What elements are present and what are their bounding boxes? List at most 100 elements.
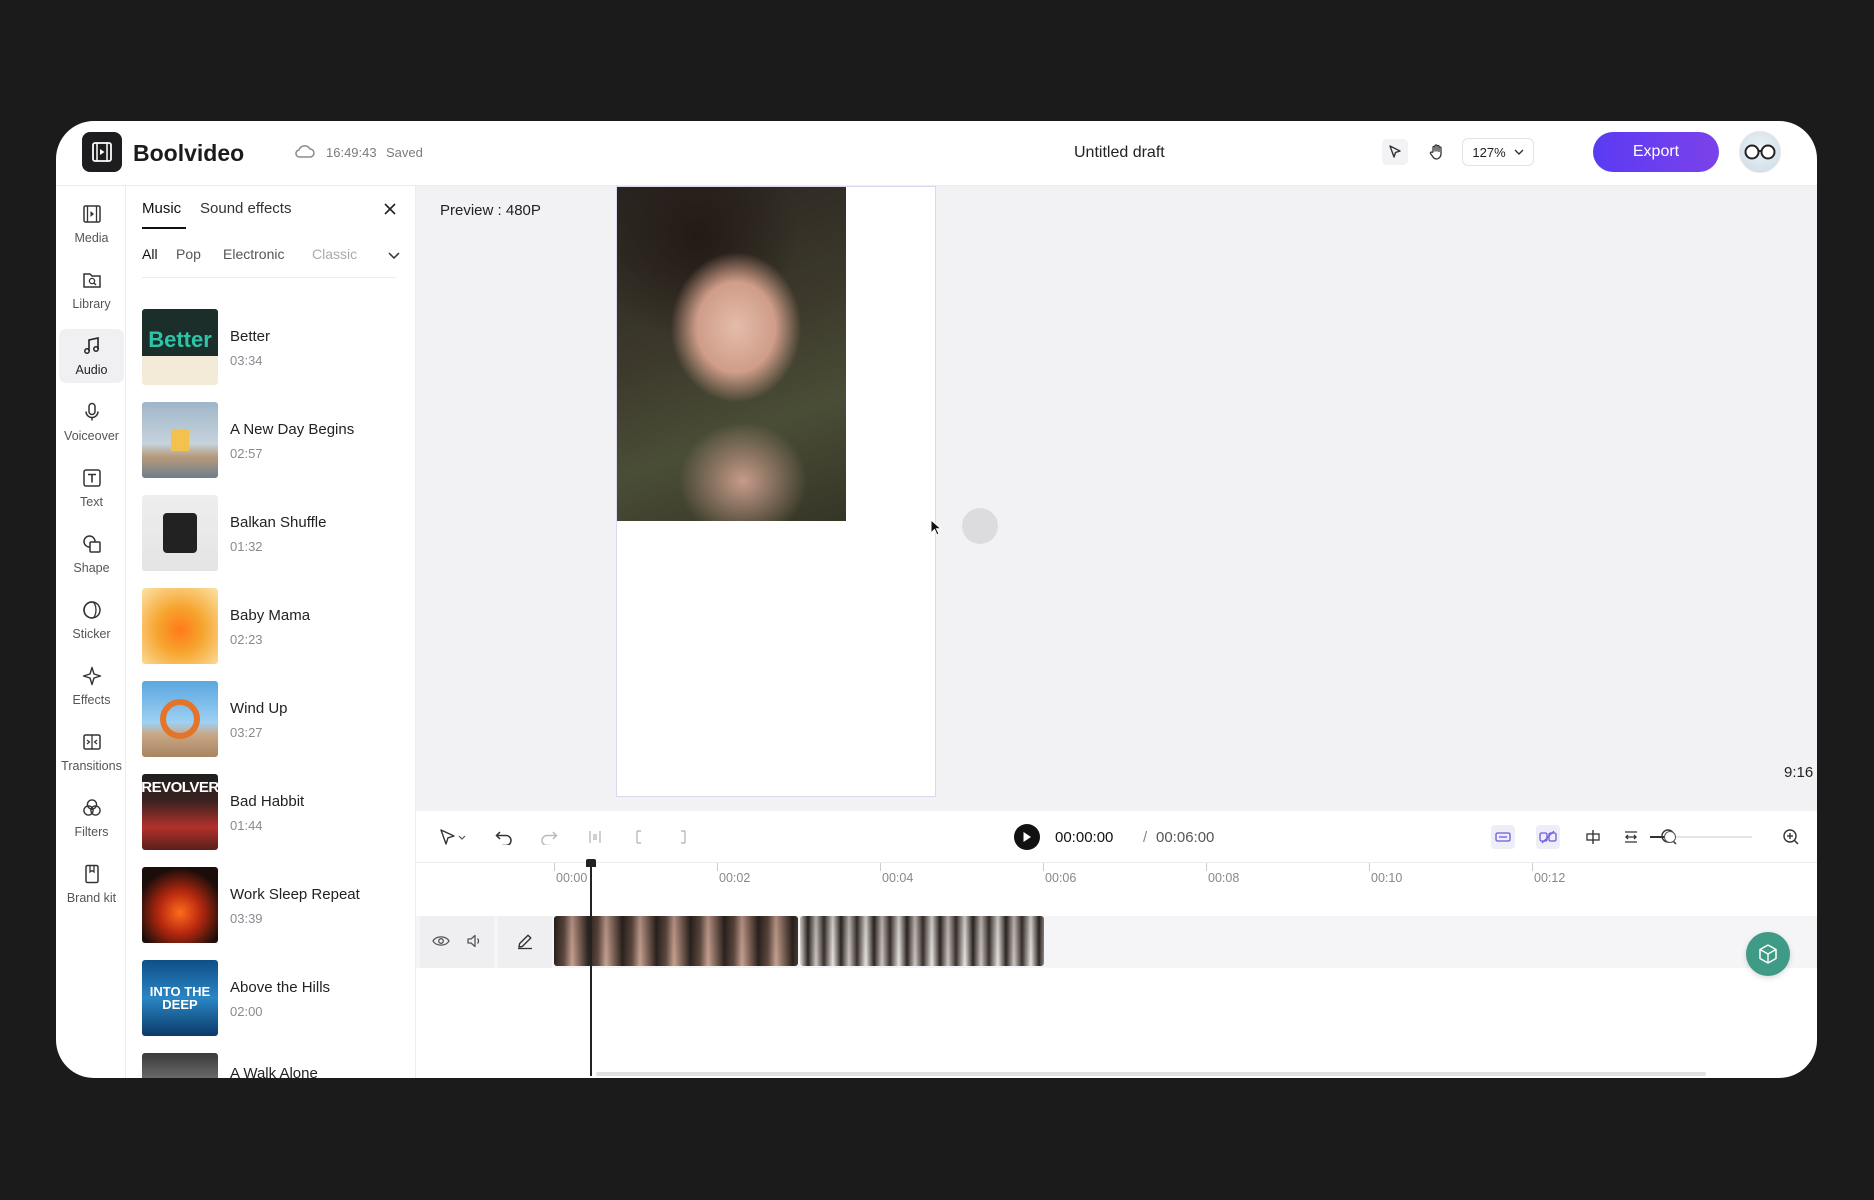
redo-button[interactable]: [537, 825, 561, 849]
divider: [142, 277, 396, 278]
trim-right-button[interactable]: [671, 825, 695, 849]
undo-button[interactable]: [492, 825, 516, 849]
aspect-ratio-dropdown[interactable]: 9:16: [1784, 764, 1817, 781]
eye-icon[interactable]: [432, 934, 450, 948]
track-cover: [142, 1053, 218, 1078]
sidebar-item-sticker[interactable]: Sticker: [59, 593, 124, 647]
play-button[interactable]: [1014, 824, 1040, 850]
undo-icon: [495, 831, 512, 845]
track-item[interactable]: A Walk Alone: [142, 1053, 404, 1078]
track-item[interactable]: Wind Up 03:27: [142, 681, 404, 759]
cover-sign: [171, 429, 189, 451]
sidebar-item-label: Effects: [72, 693, 111, 707]
sidebar-item-voiceover[interactable]: Voiceover: [59, 395, 124, 449]
fit-width-button[interactable]: [1619, 825, 1643, 849]
link-toggle-button[interactable]: [1536, 825, 1560, 849]
preview-resolution-label: Preview : 480P: [440, 202, 541, 219]
sidebar-item-label: Voiceover: [64, 429, 119, 443]
sidebar-item-label: Shape: [73, 561, 110, 575]
video-clip-2[interactable]: [800, 916, 1044, 966]
center-split-button[interactable]: [1581, 825, 1605, 849]
ruler-tick: [1532, 863, 1533, 871]
video-frame-image[interactable]: [617, 187, 846, 521]
brand-name: Boolvideo: [133, 140, 245, 166]
music-note-icon: [83, 337, 99, 354]
total-duration: 00:06:00: [1156, 829, 1215, 846]
track-item[interactable]: Work Sleep Repeat 03:39: [142, 867, 404, 945]
transitions-icon: [82, 734, 101, 750]
track-title: Balkan Shuffle: [230, 514, 327, 531]
track-title: Work Sleep Repeat: [230, 886, 360, 903]
tab-sound-effects[interactable]: Sound effects: [200, 200, 291, 217]
editor-window: Boolvideo 16:49:43 Saved Untitled draft …: [56, 121, 1817, 1078]
sidebar-item-audio[interactable]: Audio: [59, 329, 124, 383]
ai-assistant-button[interactable]: [1746, 932, 1790, 976]
document-title[interactable]: Untitled draft: [1074, 144, 1165, 162]
pointer-mode-dropdown[interactable]: [436, 825, 470, 849]
music-panel: Music Sound effects All Pop Electronic C…: [126, 186, 416, 1078]
sidebar-item-library[interactable]: Library: [59, 263, 124, 317]
category-pop[interactable]: Pop: [176, 246, 201, 262]
chevron-down-icon: [1514, 149, 1524, 155]
trim-left-button[interactable]: [627, 825, 651, 849]
track-item[interactable]: Better Better 03:34: [142, 309, 404, 387]
video-canvas[interactable]: [616, 186, 936, 797]
ruler-tick: [717, 863, 718, 871]
sidebar-item-label: Audio: [75, 363, 108, 377]
close-panel-button[interactable]: [380, 199, 400, 219]
timeline-zoom-slider[interactable]: [1650, 831, 1752, 843]
zoom-dropdown[interactable]: 127%: [1462, 138, 1534, 166]
ruler-label: 00:00: [556, 871, 588, 885]
sidebar-item-effects[interactable]: Effects: [59, 659, 124, 713]
current-time: 00:00:00: [1055, 829, 1114, 846]
ruler-label: 00:08: [1208, 871, 1240, 885]
track-cover: Better: [142, 309, 218, 385]
chevron-down-icon: [388, 251, 400, 259]
timeline-scrollbar[interactable]: [596, 1072, 1706, 1076]
sidebar-item-media[interactable]: Media: [59, 197, 124, 251]
bookmark-icon: [84, 864, 99, 884]
user-avatar[interactable]: [1739, 131, 1781, 173]
zoom-in-button[interactable]: [1779, 825, 1803, 849]
volume-icon[interactable]: [466, 933, 482, 949]
cover-title: REVOLVER: [142, 779, 218, 796]
select-tool-button[interactable]: [1382, 139, 1408, 165]
ruler-label: 00:12: [1534, 871, 1566, 885]
track-item[interactable]: Balkan Shuffle 01:32: [142, 495, 404, 573]
snap-toggle-button[interactable]: [1491, 825, 1515, 849]
cube-icon: [1759, 944, 1777, 964]
trim-left-icon: [636, 830, 641, 844]
sidebar-item-brand-kit[interactable]: Brand kit: [59, 857, 124, 911]
track-item[interactable]: A New Day Begins 02:57: [142, 402, 404, 480]
track-cover: REVOLVER: [142, 774, 218, 850]
timeline-ruler[interactable]: 00:00 00:02 00:04 00:06 00:08 00:10 00:1…: [416, 863, 1817, 903]
track-item[interactable]: Baby Mama 02:23: [142, 588, 404, 666]
categories-expand-button[interactable]: [384, 246, 404, 264]
hand-tool-button[interactable]: [1424, 139, 1450, 165]
sidebar-item-transitions[interactable]: Transitions: [59, 725, 124, 779]
track-item[interactable]: REVOLVER Bad Habbit 01:44: [142, 774, 404, 852]
align-center-icon: [1586, 830, 1600, 844]
track-title: A Walk Alone: [230, 1065, 318, 1078]
playhead[interactable]: [590, 861, 592, 1076]
zoom-slider-handle[interactable]: [1664, 831, 1676, 843]
category-all[interactable]: All: [142, 246, 158, 262]
category-classic[interactable]: Classic: [312, 246, 357, 262]
split-button[interactable]: [583, 825, 607, 849]
export-button[interactable]: Export: [1593, 132, 1719, 172]
sidebar-item-label: Transitions: [61, 759, 122, 773]
track-duration: 01:32: [230, 539, 263, 554]
boolvideo-logo[interactable]: [82, 132, 122, 172]
zoom-in-icon: [1783, 829, 1799, 845]
sidebar-item-filters[interactable]: Filters: [59, 791, 124, 845]
track-edit-button[interactable]: [498, 916, 552, 968]
ruler-label: 00:10: [1371, 871, 1403, 885]
track-item[interactable]: INTO THE DEEP Above the Hills 02:00: [142, 960, 404, 1038]
category-electronic[interactable]: Electronic: [223, 246, 284, 262]
sidebar-item-text[interactable]: Text: [59, 461, 124, 515]
sidebar-item-shape[interactable]: Shape: [59, 527, 124, 581]
track-title: Bad Habbit: [230, 793, 305, 810]
sticker-icon: [82, 601, 101, 619]
playhead-handle[interactable]: [586, 859, 596, 867]
tab-music[interactable]: Music: [142, 200, 181, 217]
